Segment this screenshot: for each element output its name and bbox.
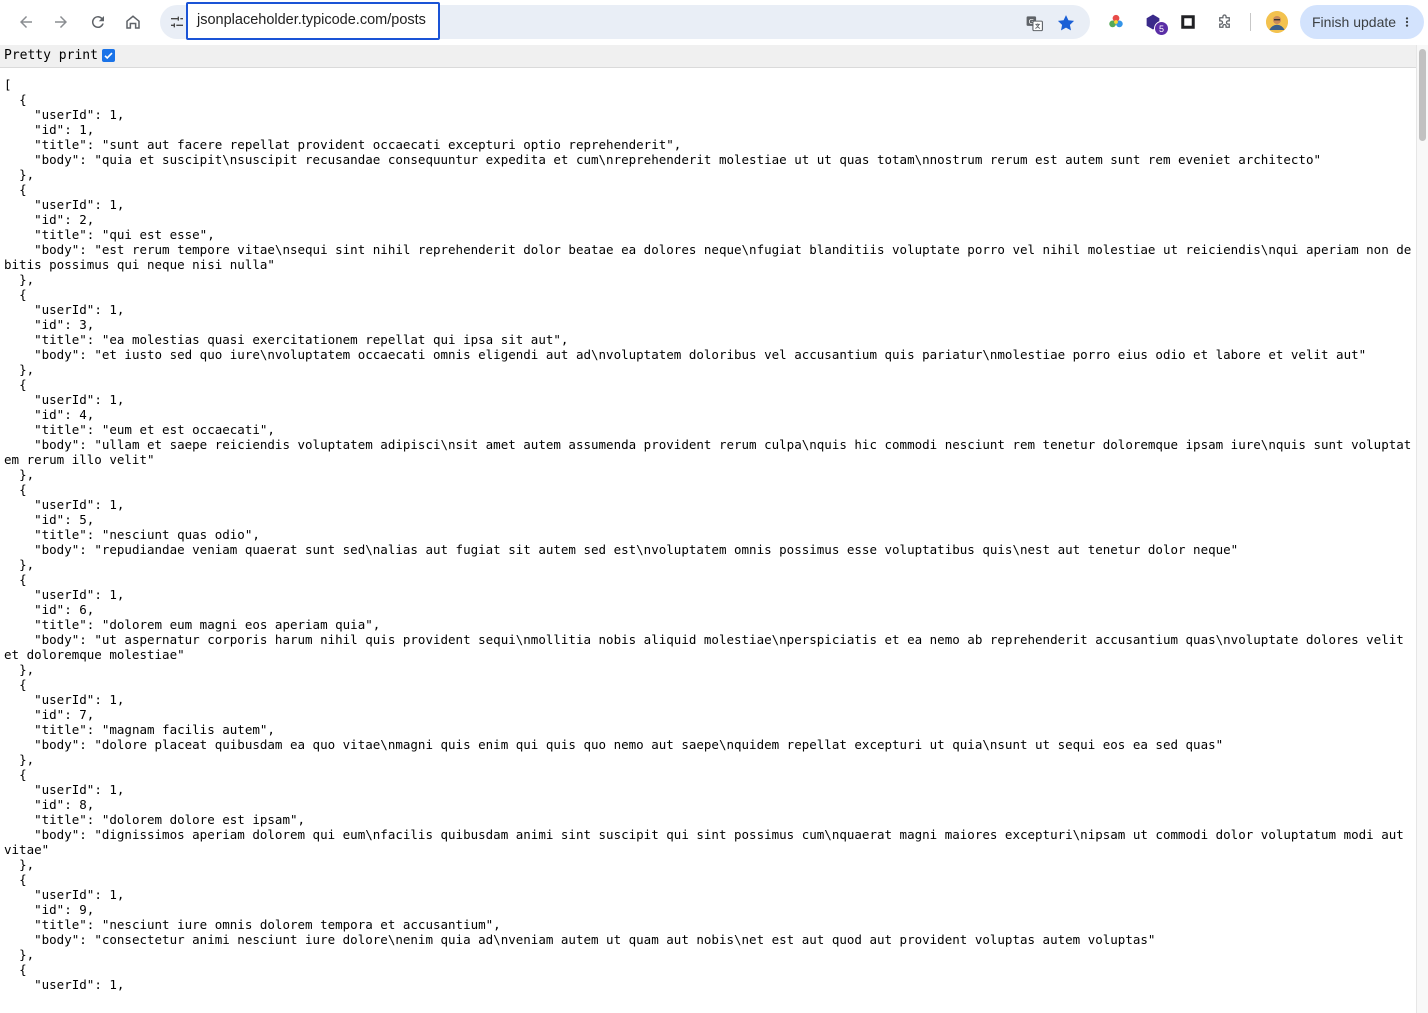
finish-update-label: Finish update: [1312, 14, 1397, 30]
scrollbar-thumb[interactable]: [1419, 49, 1426, 141]
json-viewer: [ { "userId": 1, "id": 1, "title": "sunt…: [4, 77, 1414, 1013]
tune-icon[interactable]: [168, 13, 186, 31]
pretty-print-label: Pretty print: [4, 48, 98, 63]
back-arrow-icon[interactable]: [14, 10, 38, 34]
reload-icon[interactable]: [86, 10, 110, 34]
vertical-scrollbar[interactable]: [1416, 45, 1428, 1013]
pretty-print-bar: Pretty print: [0, 45, 1416, 68]
toolbar-divider: [1250, 13, 1251, 31]
kebab-menu-icon[interactable]: [1400, 14, 1414, 30]
translate-icon[interactable]: G: [1024, 13, 1044, 33]
url-text: jsonplaceholder.typicode.com/posts: [197, 12, 426, 28]
forward-arrow-icon[interactable]: [49, 10, 73, 34]
extension-badge: 5: [1154, 21, 1169, 36]
finish-update-button[interactable]: Finish update: [1300, 5, 1424, 39]
pretty-print-checkbox[interactable]: [102, 49, 115, 62]
address-bar: jsonplaceholder.typicode.com/posts G: [160, 2, 1090, 40]
browser-toolbar: jsonplaceholder.typicode.com/posts G 5 F…: [0, 0, 1428, 45]
json-text: [ { "userId": 1, "id": 1, "title": "sunt…: [4, 77, 1412, 992]
url-input[interactable]: jsonplaceholder.typicode.com/posts: [186, 2, 440, 40]
puzzle-icon[interactable]: [1213, 11, 1235, 33]
profile-avatar[interactable]: [1266, 11, 1288, 33]
star-icon[interactable]: [1056, 13, 1076, 33]
hexagon-extension-icon[interactable]: 5: [1142, 11, 1169, 36]
frame-extension-icon[interactable]: [1177, 11, 1199, 33]
home-icon[interactable]: [121, 10, 145, 34]
color-wheel-extension-icon[interactable]: [1105, 11, 1127, 33]
